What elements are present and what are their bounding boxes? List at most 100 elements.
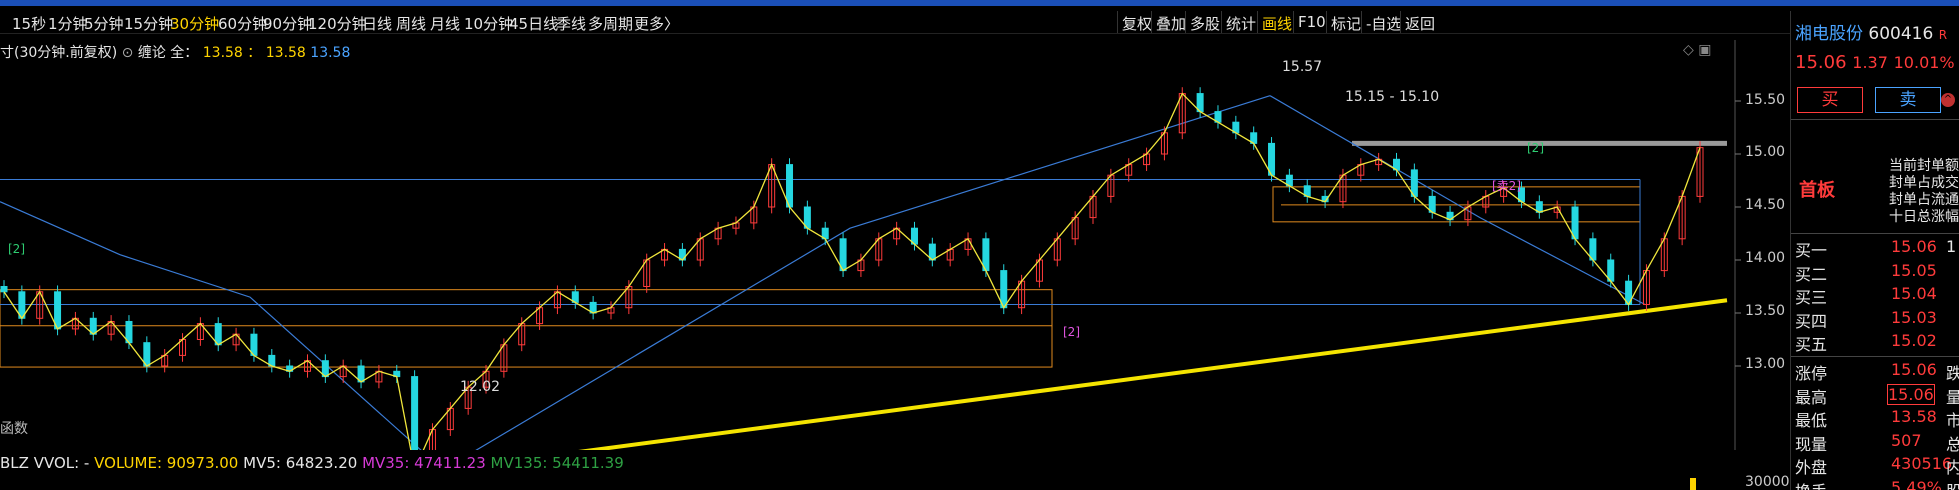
period-tab-2[interactable]: 5分钟	[84, 13, 124, 34]
period-tab-15[interactable]: 更多〉	[634, 13, 679, 34]
stat-value: 13.58	[1891, 407, 1937, 426]
stat-extra: 量	[1946, 384, 1959, 408]
stat-value: 15.06	[1891, 360, 1937, 379]
support-line	[578, 298, 1728, 450]
toolbar-button-5[interactable]: F10	[1298, 13, 1326, 31]
toolbar-button-7[interactable]: -自选	[1366, 13, 1401, 34]
stat-label: 最低	[1795, 411, 1828, 430]
book-value: 15.03	[1891, 307, 1937, 327]
panel-divider	[1791, 119, 1959, 120]
vol-volume: VOLUME: 90973.00	[94, 454, 239, 472]
period-tab-8[interactable]: 日线	[362, 13, 392, 34]
toolbar-button-3[interactable]: 统计	[1226, 13, 1256, 34]
toolbar-separator	[1361, 11, 1362, 33]
book-row: 买一 15.06 1	[1791, 237, 1959, 260]
book-label: 买四	[1795, 311, 1828, 331]
toolbar-separator	[1151, 11, 1152, 33]
panel-divider	[1791, 233, 1959, 234]
stock-change: 1.37	[1852, 53, 1888, 72]
stock-code: 600416	[1868, 24, 1934, 44]
candle-body	[411, 376, 419, 450]
toolbar-button-6[interactable]: 标记	[1331, 13, 1361, 34]
y-tick-label: 15.00	[1745, 144, 1786, 160]
stock-header: 湘电股份 600416 R	[1795, 19, 1947, 44]
stock-price: 15.06	[1795, 52, 1847, 73]
toolbar-separator	[1293, 11, 1294, 33]
vol-marker	[1690, 478, 1696, 490]
toolbar-button-0[interactable]: 复权	[1122, 13, 1152, 34]
period-tab-10[interactable]: 月线	[430, 13, 460, 34]
stock-name: 湘电股份	[1795, 24, 1863, 44]
stat-value: 15.06	[1887, 383, 1935, 405]
period-tab-7[interactable]: 120分钟	[308, 13, 367, 34]
toolbar-separator	[1221, 11, 1222, 33]
period-tab-9[interactable]: 周线	[396, 13, 426, 34]
toolbar-separator	[1185, 11, 1186, 33]
book-value: 15.04	[1891, 284, 1937, 303]
marker-label: [卖2]	[1492, 179, 1521, 193]
marker-label: [2]	[1063, 325, 1080, 339]
toolbar-button-2[interactable]: 多股	[1190, 13, 1220, 34]
period-tab-1[interactable]: 1分钟	[48, 13, 88, 34]
book-value: 15.05	[1891, 260, 1937, 280]
period-tab-6[interactable]: 90分钟	[263, 13, 312, 34]
vol-mv5: MV5: 64823.20	[243, 454, 358, 472]
expand-icon[interactable]: ^	[1941, 93, 1955, 107]
marker-label: [2]	[1527, 141, 1544, 155]
candle-body	[0, 286, 8, 293]
y-tick-label: 13.50	[1745, 303, 1786, 319]
book-label: 买二	[1795, 264, 1828, 284]
quote-panel: 湘电股份 600416 R 15.06 1.37 10.01% 买 卖 ^ 首板…	[1790, 11, 1959, 490]
stat-extra: 市	[1946, 407, 1959, 431]
stat-row: 最高 15.06 量	[1791, 383, 1959, 408]
book-label: 买五	[1795, 335, 1828, 354]
toolbar-button-8[interactable]: 返回	[1405, 13, 1435, 34]
vol-mv135: MV135: 54411.39	[490, 454, 624, 472]
period-tab-14[interactable]: 多周期	[588, 13, 633, 34]
seal-line: 十日总涨幅	[1889, 209, 1959, 225]
zone-box	[0, 289, 1053, 368]
formula-note: 函数	[0, 421, 28, 437]
stat-value: 5.49%	[1891, 477, 1942, 490]
stat-row: 涨停 15.06 跌	[1791, 360, 1959, 383]
book-row: 买二 15.05	[1791, 260, 1959, 284]
stat-extra: 股	[1946, 478, 1959, 490]
period-tab-3[interactable]: 15分钟	[124, 13, 173, 34]
toolbar-button-4[interactable]: 画线	[1262, 13, 1292, 34]
period-tab-0[interactable]: 15秒	[12, 13, 46, 34]
sell-button[interactable]: 卖	[1875, 87, 1941, 113]
high-price-label: 15.57	[1282, 59, 1322, 75]
y-tick-label: 15.50	[1745, 92, 1786, 108]
stat-row: 最低 13.58 市	[1791, 407, 1959, 431]
vol-axis-label: 30000	[1745, 474, 1790, 490]
range-label: 15.15 - 15.10	[1345, 89, 1439, 105]
period-tab-5[interactable]: 60分钟	[218, 13, 267, 34]
stroke-line	[3, 92, 1701, 450]
period-bar: 15秒 1分钟 5分钟 15分钟 30分钟 60分钟 90分钟 120分钟 日线 周线 月线 10分钟…	[0, 11, 1790, 34]
stock-pct: 10.01%	[1893, 53, 1955, 72]
book-extra: 1	[1946, 237, 1957, 256]
window-top-strip	[0, 0, 1959, 6]
stat-label: 换手	[1795, 478, 1827, 490]
buy-button[interactable]: 买	[1797, 87, 1863, 113]
stat-row: 换手 5.49% 股	[1791, 478, 1959, 490]
toolbar-button-1[interactable]: 叠加	[1156, 13, 1186, 34]
period-tab-4[interactable]: 30分钟	[170, 13, 219, 34]
period-tab-12[interactable]: 45日线	[509, 13, 558, 34]
toolbar-separator	[1117, 11, 1118, 33]
y-tick-label: 13.00	[1745, 356, 1786, 372]
period-tab-13[interactable]: 季线	[556, 13, 586, 34]
stock-price-line: 15.06 1.37 10.01%	[1795, 52, 1955, 73]
trend-line	[475, 95, 1271, 450]
book-label: 买一	[1795, 241, 1828, 260]
board-label: 首板	[1799, 180, 1835, 201]
stat-label: 外盘	[1795, 458, 1828, 477]
book-value: 15.02	[1891, 331, 1937, 350]
stat-value: 430516	[1891, 454, 1953, 473]
panel-divider	[1791, 356, 1959, 357]
toolbar-separator	[1400, 11, 1401, 33]
y-tick-label: 14.50	[1745, 197, 1786, 213]
vol-mv35: MV35: 47411.23	[362, 454, 486, 472]
period-tab-11[interactable]: 10分钟	[464, 13, 513, 34]
book-row: 买五 15.02	[1791, 331, 1959, 354]
